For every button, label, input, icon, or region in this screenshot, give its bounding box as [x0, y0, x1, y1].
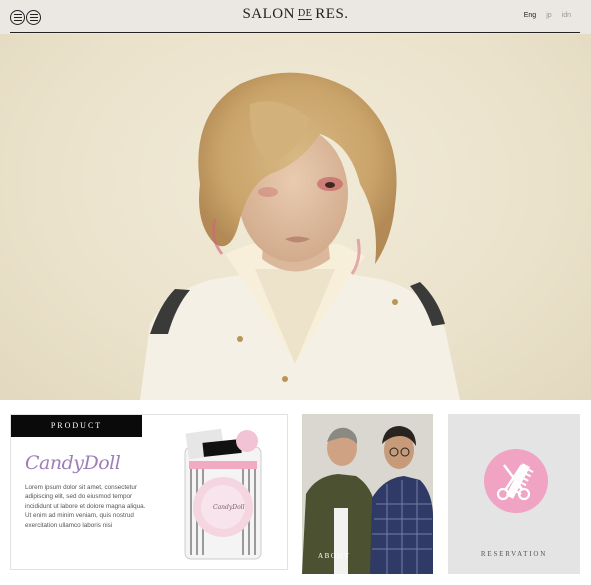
site-header: SALON DE RES. Eng jp idn — [0, 0, 591, 34]
language-switcher: Eng jp idn — [524, 12, 571, 19]
scissors-comb-icon — [496, 463, 534, 501]
lang-jp[interactable]: jp — [546, 12, 551, 19]
lang-idn[interactable]: idn — [562, 12, 571, 19]
logo-text-salon: SALON — [242, 6, 295, 22]
reservation-panel[interactable]: RESERVATION — [448, 414, 580, 574]
product-brand-logo: CandyDoll — [25, 452, 121, 474]
product-description: Lorem ipsum dolor sit amet, consectetur … — [25, 484, 146, 529]
reservation-label: RESERVATION — [480, 550, 548, 558]
package-brand-label: CandyDoll — [213, 504, 245, 511]
product-panel[interactable]: PRODUCT CandyDoll Lorem ipsum dolor sit … — [10, 414, 288, 570]
logo-text-res: RES. — [315, 6, 349, 22]
about-photo — [302, 414, 433, 574]
header-divider — [10, 32, 580, 33]
lang-eng[interactable]: Eng — [524, 12, 536, 19]
hero-portrait-illustration — [140, 72, 460, 400]
about-panel[interactable]: ABOUT — [302, 414, 433, 574]
reservation-icon-circle — [484, 449, 548, 513]
logo-text-de: DE — [297, 8, 313, 20]
hero-image — [0, 34, 591, 400]
about-label: ABOUT — [318, 552, 351, 560]
site-logo[interactable]: SALON DE RES. — [0, 6, 591, 23]
product-package-image — [184, 428, 262, 560]
product-tag: PRODUCT — [11, 415, 142, 437]
